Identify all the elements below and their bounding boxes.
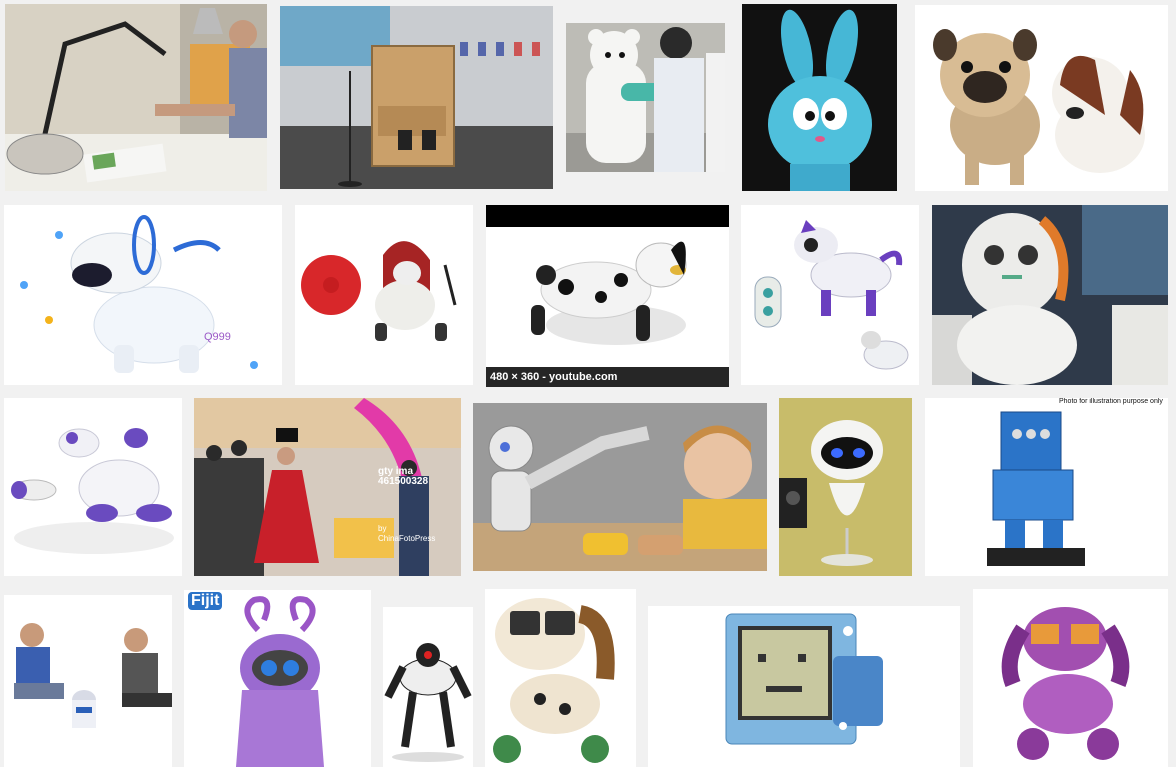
lying-robot-dog-photo xyxy=(4,398,182,576)
blue-bunny-photo xyxy=(742,4,897,191)
zoomer-dog-photo xyxy=(486,205,729,387)
result-image-12[interactable]: gty ima 461500328 by ChinaFotoPress xyxy=(194,398,461,576)
orange-white-robot-photo xyxy=(932,205,1168,385)
dog-hoodie-ball-photo xyxy=(295,205,473,385)
result-image-21[interactable] xyxy=(973,589,1168,767)
result-image-13[interactable] xyxy=(473,403,767,571)
result-image-3[interactable] xyxy=(566,23,725,172)
result-image-18[interactable] xyxy=(383,607,473,767)
result-image-19[interactable] xyxy=(485,589,636,767)
result-image-5[interactable] xyxy=(915,5,1168,191)
bear-robot-hug-photo xyxy=(566,23,725,172)
result-image-4[interactable] xyxy=(742,4,897,191)
result-image-20[interactable] xyxy=(648,606,960,767)
result-image-16[interactable] xyxy=(4,595,172,767)
result-image-6[interactable]: Q999 xyxy=(4,205,282,385)
eve-robot-lamp-photo xyxy=(779,398,912,576)
result-image-15[interactable]: Photo for illustration purpose only xyxy=(925,398,1168,576)
robot-arm-lamp-photo xyxy=(5,4,267,191)
blue-robot-kit-photo xyxy=(925,398,1168,576)
pixel-face-cube-photo xyxy=(648,606,960,767)
plush-puppies-photo xyxy=(915,5,1168,191)
purple-robot-puppy-photo xyxy=(973,589,1168,767)
roboquad-photo xyxy=(383,607,473,767)
nao-robot-boy-photo xyxy=(473,403,767,571)
result-image-14[interactable] xyxy=(779,398,912,576)
blue-robot-dog-photo xyxy=(4,205,282,385)
purple-robot-dog-photo xyxy=(741,205,919,385)
kids-r2d2-photo xyxy=(4,595,172,767)
result-image-17[interactable]: Fijit xyxy=(184,590,371,767)
result-image-2[interactable] xyxy=(280,6,553,189)
glasses-robot-dog-photo xyxy=(485,589,636,767)
cnc-machine-photo xyxy=(280,6,553,189)
result-image-1[interactable] xyxy=(5,4,267,191)
image-caption: 480 × 360 - youtube.com xyxy=(486,367,729,387)
result-image-11[interactable] xyxy=(4,398,182,576)
result-image-10[interactable] xyxy=(932,205,1168,385)
result-image-8[interactable]: 480 × 360 - youtube.com xyxy=(486,205,729,387)
robot-dress-crowd-photo xyxy=(194,398,461,576)
result-image-9[interactable] xyxy=(741,205,919,385)
result-image-7[interactable] xyxy=(295,205,473,385)
fijit-friends-photo xyxy=(184,590,371,767)
